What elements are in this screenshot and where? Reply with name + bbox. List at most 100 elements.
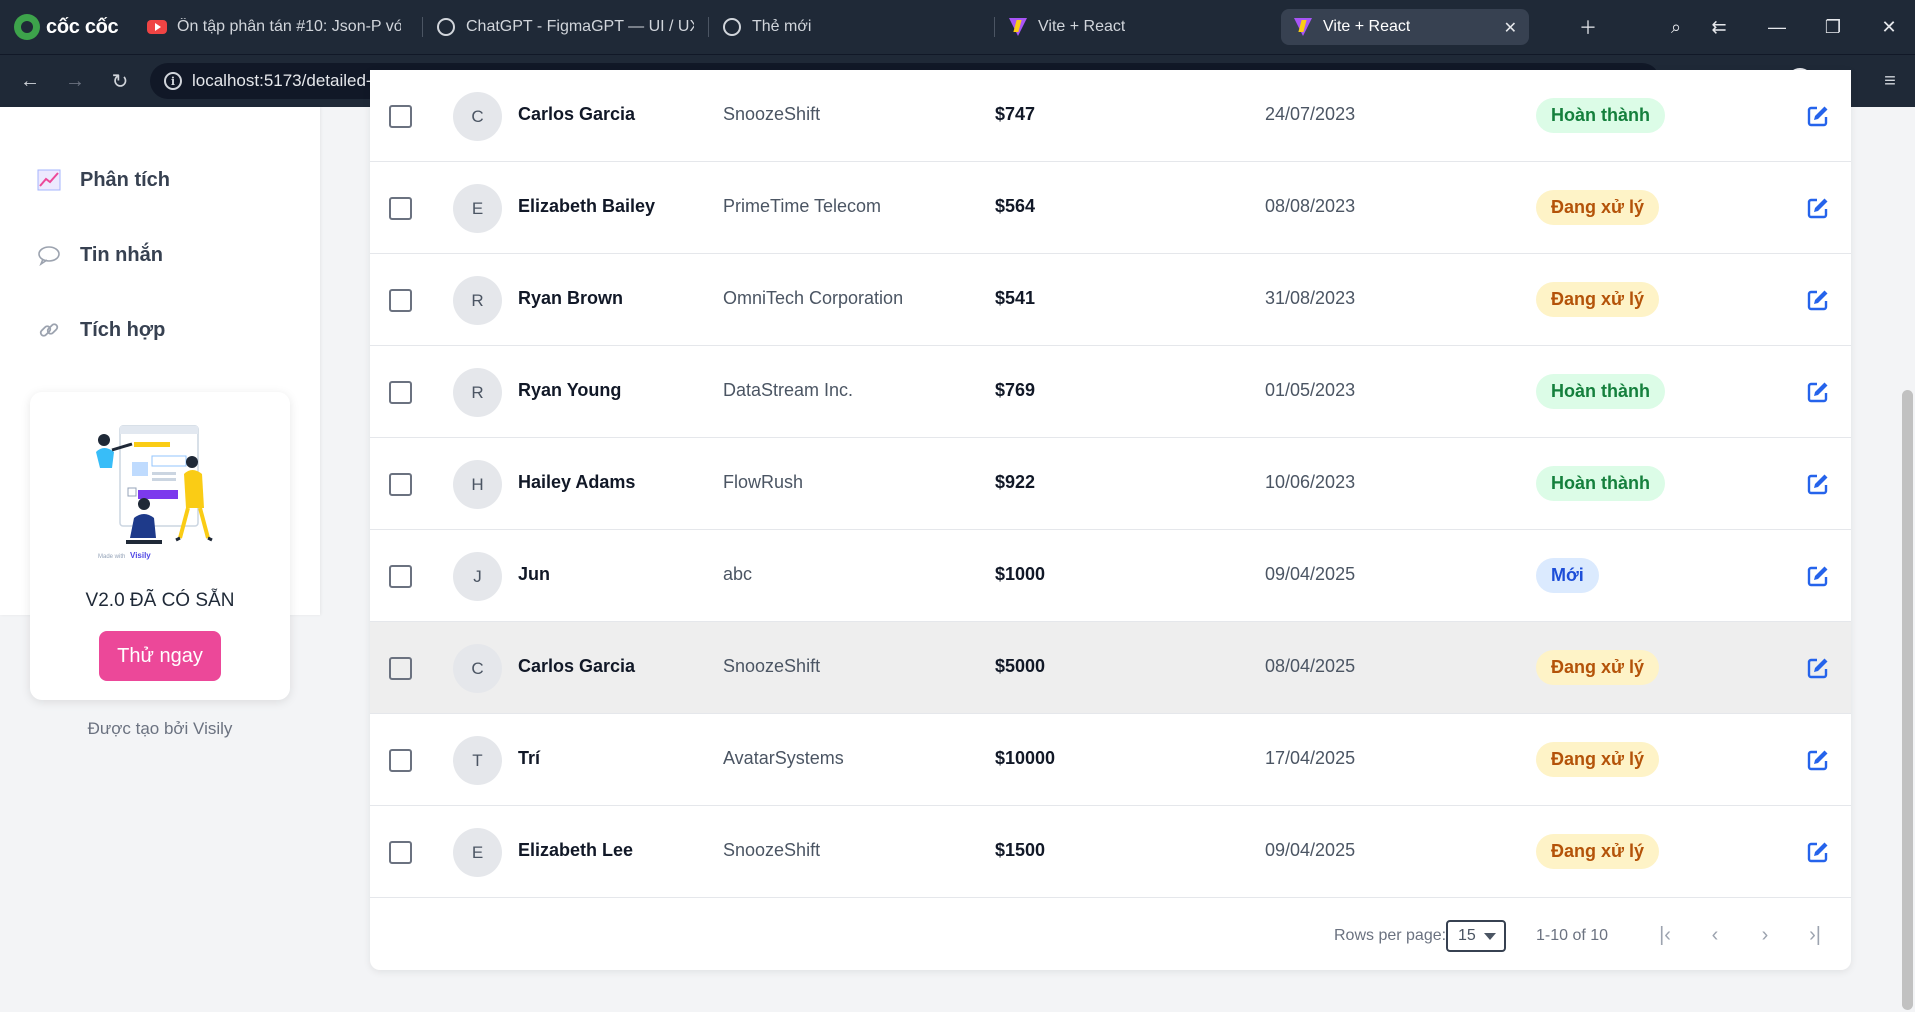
row-checkbox[interactable] (389, 565, 412, 588)
try-now-button[interactable]: Thử ngay (99, 631, 221, 681)
order-value: $10000 (995, 748, 1056, 768)
tab-label: Vite + React (1038, 18, 1126, 35)
customer-name: Ryan Brown (518, 288, 624, 308)
detailed-report-table: C Carlos Garcia SnoozeShift $747 24/07/2023 H… (370, 70, 1851, 970)
table-row[interactable]: E Elizabeth Lee SnoozeShift $1500 09/04/2025… (370, 806, 1851, 898)
sidebar-item-messages[interactable]: Tin nhắn (36, 235, 163, 275)
first-page-icon[interactable]: |‹ (1652, 922, 1678, 948)
site-info-icon[interactable]: i (164, 72, 182, 90)
row-checkbox[interactable] (389, 197, 412, 220)
browser-brand[interactable]: cốc cốc (14, 13, 119, 41)
table-pagination: Rows per page: 15 1-10 of 10 |‹ ‹ › ›| (370, 900, 1851, 970)
order-date: 10/06/2023 (1265, 472, 1356, 492)
edit-icon[interactable] (1806, 656, 1830, 680)
table-row[interactable]: R Ryan Brown OmniTech Corporation $541 31/08… (370, 254, 1851, 346)
sidebar-item-label: Phân tích (80, 168, 171, 191)
rows-per-page-label: Rows per page: (1334, 927, 1447, 944)
browser-brand-text: cốc cốc (46, 15, 119, 38)
edit-icon[interactable] (1806, 840, 1830, 864)
table-row[interactable]: C Carlos Garcia SnoozeShift $5000 08/04/2025… (370, 622, 1851, 714)
row-checkbox[interactable] (389, 473, 412, 496)
chevron-down-icon (1484, 933, 1496, 940)
row-checkbox[interactable] (389, 381, 412, 404)
edit-icon[interactable] (1806, 288, 1830, 312)
search-tabs-icon[interactable]: ⌕ (1663, 14, 1689, 40)
customer-name: Ryan Young (518, 380, 622, 400)
order-value: $769 (995, 380, 1036, 400)
tab-chatgpt[interactable]: ChatGPT - FigmaGPT — UI / UX (424, 9, 706, 45)
status-badge: Hoàn thành (1536, 98, 1665, 133)
link-icon (36, 317, 62, 343)
tab-back-icon[interactable]: ⇇ (1706, 14, 1732, 40)
company-name: SnoozeShift (723, 840, 821, 860)
forward-arrow-icon[interactable]: → (61, 67, 89, 95)
tab-label: Ôn tập phân tán #10: Json-P với (177, 18, 401, 35)
customer-name: Trí (518, 748, 541, 768)
table-row[interactable]: R Ryan Young DataStream Inc. $769 01/05/2023… (370, 346, 1851, 438)
avatar: R (453, 368, 502, 417)
browser-tab-bar: cốc cốc Ôn tập phân tán #10: Json-P với … (0, 0, 1915, 54)
back-arrow-icon[interactable]: ← (16, 67, 44, 95)
row-checkbox[interactable] (389, 657, 412, 680)
tab-separator (708, 17, 709, 37)
pagination-range: 1-10 of 10 (1536, 927, 1609, 944)
customer-name: Jun (518, 564, 551, 584)
avatar: E (453, 828, 502, 877)
tab-new-tab[interactable]: Thẻ mới (710, 9, 990, 45)
tab-label: Thẻ mới (752, 18, 812, 35)
next-page-icon[interactable]: › (1752, 922, 1778, 948)
status-badge: Đang xử lý (1536, 650, 1660, 685)
avatar: J (453, 552, 502, 601)
customer-name: Elizabeth Bailey (518, 196, 656, 216)
order-date: 09/04/2025 (1265, 564, 1356, 584)
coccoc-logo-icon (14, 14, 40, 40)
company-name: OmniTech Corporation (723, 288, 904, 308)
restore-icon[interactable]: ❐ (1820, 14, 1846, 40)
edit-icon[interactable] (1806, 472, 1830, 496)
menu-hamburger-icon[interactable]: ≡ (1876, 67, 1904, 95)
new-tab-plus-icon[interactable]: ＋ (1575, 14, 1601, 40)
status-badge: Đang xử lý (1536, 282, 1660, 317)
close-window-icon[interactable]: ✕ (1876, 14, 1902, 40)
table-row[interactable]: C Carlos Garcia SnoozeShift $747 24/07/2023 H… (370, 70, 1851, 162)
tab-vite-react-active[interactable]: Vite + React ✕ (1281, 9, 1529, 45)
reload-icon[interactable]: ↻ (106, 67, 134, 95)
edit-icon[interactable] (1806, 748, 1830, 772)
last-page-icon[interactable]: ›| (1802, 922, 1828, 948)
sidebar-item-analytics[interactable]: Phân tích (36, 160, 170, 200)
chart-icon (36, 167, 62, 193)
made-by-visily-text: Được tạo bởi Visily (87, 719, 233, 738)
status-badge: Hoàn thành (1536, 374, 1665, 409)
minimize-icon[interactable]: — (1764, 14, 1790, 40)
order-value: $564 (995, 196, 1036, 216)
table-row[interactable]: H Hailey Adams FlowRush $922 10/06/2023 Hoàn … (370, 438, 1851, 530)
close-tab-icon[interactable]: ✕ (1504, 18, 1517, 38)
tab-vite-react[interactable]: Vite + React (996, 9, 1276, 45)
customer-name: Elizabeth Lee (518, 840, 634, 860)
edit-icon[interactable] (1806, 196, 1830, 220)
table-row[interactable]: E Elizabeth Bailey PrimeTime Telecom $564 08… (370, 162, 1851, 254)
row-checkbox[interactable] (389, 105, 412, 128)
sidebar-item-integrations[interactable]: Tích hợp (36, 310, 165, 350)
table-row[interactable]: T Trí AvatarSystems $10000 17/04/2025 Đang xử… (370, 714, 1851, 806)
tab-youtube[interactable]: Ôn tập phân tán #10: Json-P với (135, 9, 413, 45)
edit-icon[interactable] (1806, 564, 1830, 588)
company-name: abc (723, 564, 753, 584)
row-checkbox[interactable] (389, 841, 412, 864)
page-scrollbar[interactable] (1902, 390, 1913, 1010)
edit-icon[interactable] (1806, 380, 1830, 404)
order-date: 09/04/2025 (1265, 840, 1356, 860)
rows-per-page-select[interactable]: 15 (1446, 920, 1506, 952)
table-row[interactable]: J Jun abc $1000 09/04/2025 Mới (370, 530, 1851, 622)
row-checkbox[interactable] (389, 749, 412, 772)
row-checkbox[interactable] (389, 289, 412, 312)
previous-page-icon[interactable]: ‹ (1702, 922, 1728, 948)
order-date: 31/08/2023 (1265, 288, 1356, 308)
edit-icon[interactable] (1806, 104, 1830, 128)
status-badge: Hoàn thành (1536, 466, 1665, 501)
avatar: T (453, 736, 502, 785)
globe-icon (722, 17, 742, 37)
sidebar-item-label: Tin nhắn (80, 243, 163, 266)
status-badge: Mới (1536, 558, 1599, 593)
status-badge: Đang xử lý (1536, 742, 1660, 777)
